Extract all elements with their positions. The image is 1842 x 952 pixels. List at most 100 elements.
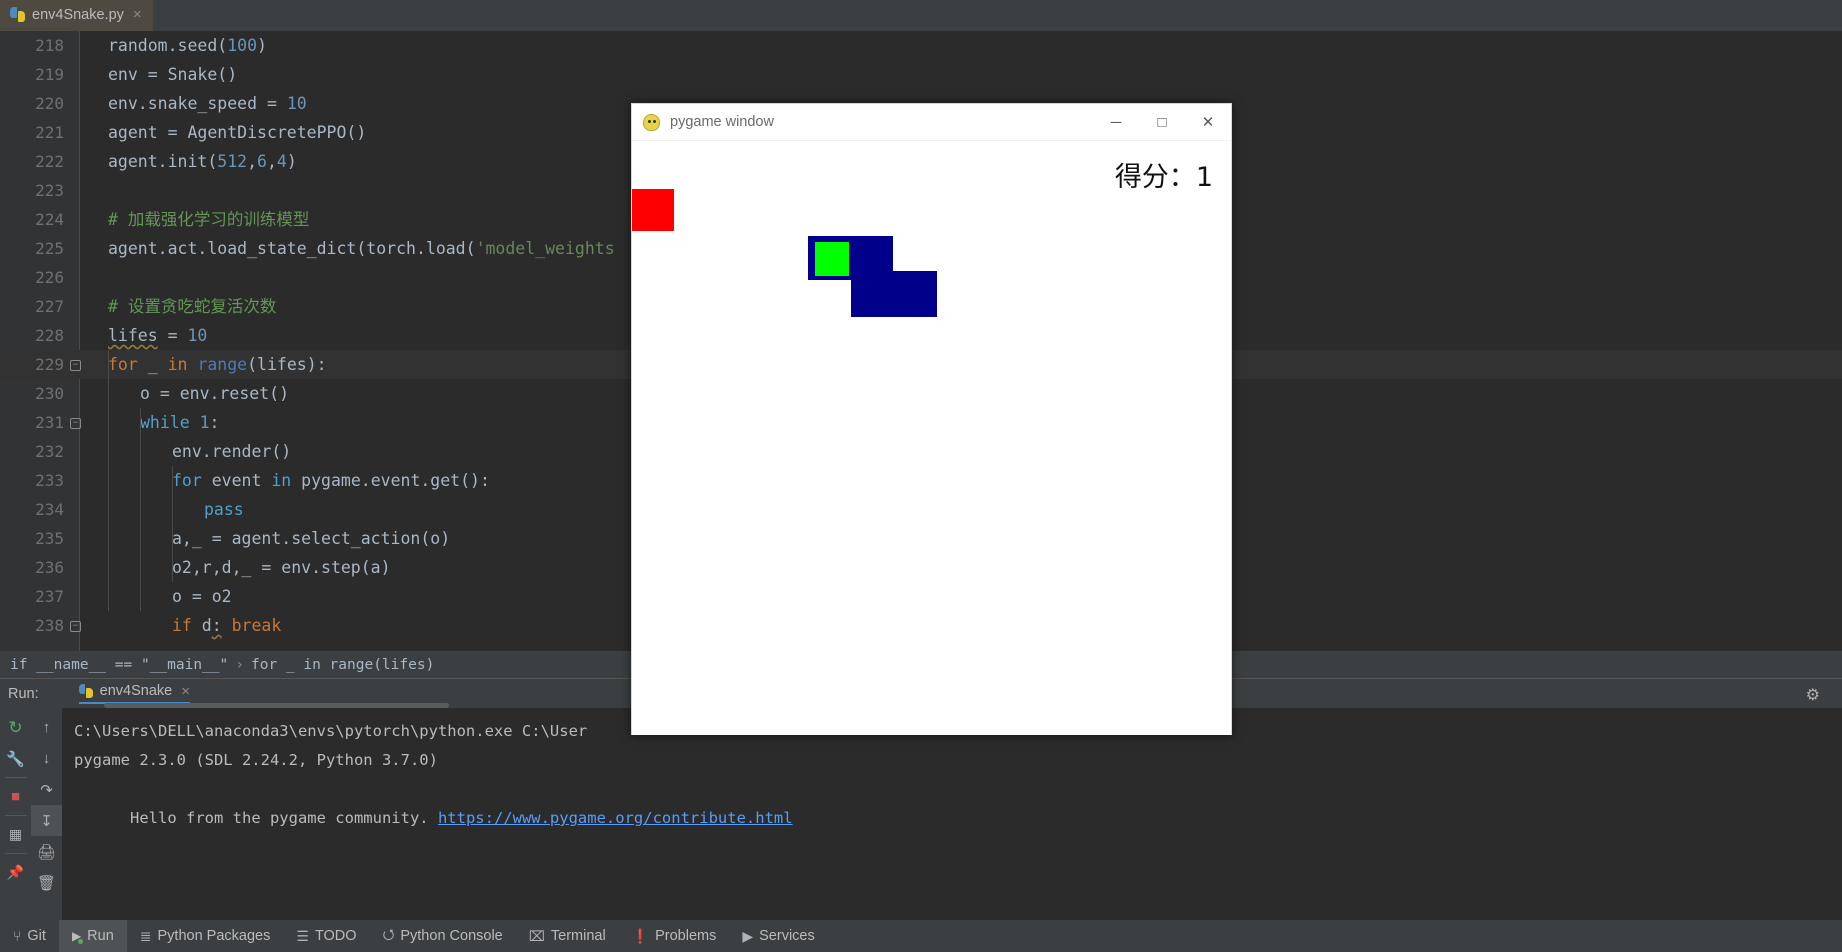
line-number: 226: [35, 268, 64, 287]
console-hello-text: Hello from the pygame community.: [130, 809, 438, 827]
chevron-right-icon: ›: [235, 656, 244, 673]
window-controls: ─ □ ✕: [1093, 104, 1231, 141]
line-number: 233: [35, 471, 64, 490]
bottom-bar-item-run[interactable]: ▶ Run: [58, 920, 127, 952]
editor-tab-bar: env4Snake.py ×: [0, 0, 1842, 31]
scroll-up-icon[interactable]: ↑: [31, 712, 62, 743]
trash-icon[interactable]: 🗑: [31, 867, 62, 898]
breadcrumb-leaf[interactable]: for _ in range(lifes): [251, 657, 434, 673]
line-number: 218: [35, 36, 64, 55]
ide-window: env4Snake.py × 83 ✓ 34 ∧ 218random.seed(…: [0, 0, 1842, 952]
code-text: o = o2: [172, 587, 232, 606]
line-number: 220: [35, 94, 64, 113]
pygame-game-canvas[interactable]: 得分：1: [632, 141, 1231, 735]
line-number: 232: [35, 442, 64, 461]
line-number: 234: [35, 500, 64, 519]
packages-icon: ≣: [139, 927, 152, 944]
run-sidebar-column-left: ↻ 🔧 ■ ▦ 📌: [0, 712, 31, 888]
code-text: # 设置贪吃蛇复活次数: [108, 297, 277, 316]
maximize-icon[interactable]: □: [1139, 104, 1185, 141]
code-text: o2,r,d,_ = env.step(a): [172, 558, 391, 577]
sidebar-divider: [4, 815, 27, 816]
code-text: random.seed(100): [108, 36, 267, 55]
indent-guide: [140, 408, 141, 611]
sidebar-divider: [4, 777, 27, 778]
run-console-output[interactable]: C:\Users\DELL\anaconda3\envs\pytorch\pyt…: [62, 708, 1842, 920]
line-number: 238: [35, 616, 64, 635]
pygame-title-bar[interactable]: pygame window ─ □ ✕: [632, 104, 1231, 141]
pygame-contribute-link[interactable]: https://www.pygame.org/contribute.html: [438, 809, 793, 827]
close-icon[interactable]: ×: [181, 684, 190, 699]
line-number: 227: [35, 297, 64, 316]
code-text: lifes = 10: [108, 326, 208, 345]
run-panel-label: Run:: [8, 685, 39, 702]
indent-guide: [172, 466, 173, 582]
line-number: 236: [35, 558, 64, 577]
code-text: for event in pygame.event.get():: [172, 471, 490, 490]
pygame-window-title: pygame window: [670, 114, 774, 130]
code-text: env.render(): [172, 442, 292, 461]
breadcrumb-root[interactable]: if __name__ == "__main__": [10, 657, 228, 673]
code-text: if d: break: [172, 616, 282, 635]
run-tool-sidebar: ↻ 🔧 ■ ▦ 📌 ↑ ↓ ↷ ↧ 🖨 🗑: [0, 708, 62, 920]
scroll-down-icon[interactable]: ↓: [31, 743, 62, 774]
editor-tab-env4snake[interactable]: env4Snake.py ×: [0, 0, 153, 31]
line-number: 223: [35, 181, 64, 200]
bottom-bar-label: Python Console: [400, 928, 503, 944]
code-line[interactable]: 219 env = Snake(): [0, 60, 1842, 89]
code-text: env.snake_speed = 10: [108, 94, 307, 113]
print-icon[interactable]: 🖨: [31, 836, 62, 867]
todo-list-icon: ☰: [296, 927, 309, 944]
minimize-icon[interactable]: ─: [1093, 104, 1139, 141]
fold-toggle-icon[interactable]: −: [70, 360, 81, 371]
python-file-icon: [10, 7, 25, 22]
line-number: 222: [35, 152, 64, 171]
line-number: 235: [35, 529, 64, 548]
line-number: 219: [35, 65, 64, 84]
services-icon: ▶: [742, 927, 754, 944]
gear-icon[interactable]: ⚙: [1806, 685, 1820, 705]
code-text: agent = AgentDiscretePPO(): [108, 123, 367, 142]
layout-icon[interactable]: ▦: [0, 819, 31, 850]
code-text: for _ in range(lifes):: [108, 355, 327, 374]
git-branch-icon: ⑂: [13, 928, 22, 944]
terminal-icon: ⌧: [528, 927, 545, 944]
pygame-snake-icon: [643, 113, 660, 131]
scroll-to-end-icon[interactable]: ↧: [31, 805, 62, 836]
bottom-bar-label: Services: [759, 928, 815, 944]
pygame-window[interactable]: pygame window ─ □ ✕ 得分：1: [631, 103, 1232, 735]
close-icon[interactable]: ✕: [1185, 104, 1231, 141]
fold-toggle-icon[interactable]: −: [70, 418, 81, 429]
close-icon[interactable]: ×: [133, 7, 142, 22]
run-tab-env4snake[interactable]: env4Snake ×: [78, 683, 190, 704]
line-number: 229: [35, 355, 64, 374]
fold-toggle-icon[interactable]: −: [70, 621, 81, 632]
rerun-icon[interactable]: ↻: [0, 712, 31, 743]
bottom-bar-item-problems[interactable]: ❗ Problems: [619, 920, 730, 952]
code-text: while 1:: [140, 413, 220, 432]
bottom-bar-item-python-packages[interactable]: ≣ Python Packages: [127, 920, 284, 952]
food-block: [632, 189, 674, 231]
code-line[interactable]: 218 random.seed(100): [0, 31, 1842, 60]
soft-wrap-icon[interactable]: ↷: [31, 774, 62, 805]
bottom-bar-item-terminal[interactable]: ⌧ Terminal: [516, 920, 619, 952]
settings-wrench-icon[interactable]: 🔧: [0, 743, 31, 774]
code-text: a,_ = agent.select_action(o): [172, 529, 451, 548]
line-number: 228: [35, 326, 64, 345]
bottom-tool-bar: ⑂ Git ▶ Run ≣ Python Packages ☰ TODO ⭯ Python Con…: [0, 920, 1842, 952]
python-file-icon: [78, 684, 93, 698]
stop-icon[interactable]: ■: [0, 781, 31, 812]
score-value: 1: [1195, 162, 1213, 193]
snake-body-segment: [851, 271, 937, 317]
code-text: agent.init(512,6,4): [108, 152, 297, 171]
line-number: 231: [35, 413, 64, 432]
bottom-bar-item-git[interactable]: ⑂ Git: [0, 920, 59, 952]
bottom-bar-item-todo[interactable]: ☰ TODO: [283, 920, 369, 952]
bottom-bar-label: Python Packages: [157, 928, 271, 944]
code-text: pass: [204, 500, 244, 519]
bottom-bar-label: Run: [87, 928, 114, 944]
pin-icon[interactable]: 📌: [0, 857, 31, 888]
bottom-bar-item-python-console[interactable]: ⭯ Python Console: [370, 920, 516, 952]
line-number: 237: [35, 587, 64, 606]
bottom-bar-item-services[interactable]: ▶ Services: [729, 920, 827, 952]
